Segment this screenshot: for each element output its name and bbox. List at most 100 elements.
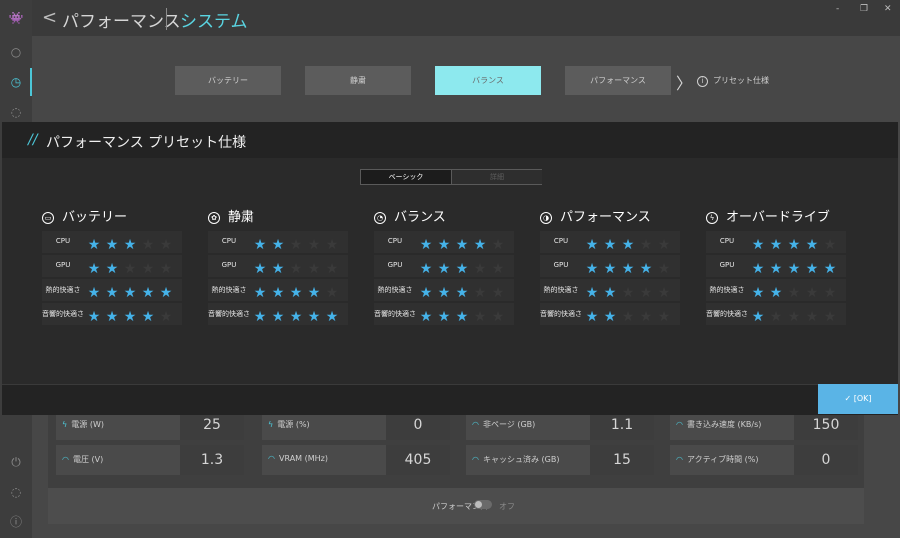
page-title: パフォーマンス xyxy=(62,12,181,32)
stat-label-wrap: ◠ 書き込み速度 (KB/s) xyxy=(676,419,761,430)
star-filled-icon: ★ xyxy=(123,285,137,301)
star-filled-icon: ★ xyxy=(585,261,599,277)
rating-label: 音響的快適さ xyxy=(374,310,416,318)
alien-logo-icon[interactable]: 👾 xyxy=(8,10,24,26)
settings-nav-icon[interactable]: ◌ xyxy=(8,104,24,120)
star-empty-icon: ★ xyxy=(823,237,837,253)
star-empty-icon: ★ xyxy=(289,237,303,253)
stat-label: 電源 (%) xyxy=(277,420,310,429)
preset-column: ◔ バランス CPU ★ ★ ★ ★ ★ GPU ★ ★ ★ ★ ★ 熱的快適さ ★ ★ ★ ★ ★ 音響的快適さ ★ ★ ★… xyxy=(374,206,514,327)
preset-spec-link[interactable]: i プリセット仕様 xyxy=(697,75,769,87)
star-rating: ★ ★ ★ ★ ★ xyxy=(583,234,673,253)
stat-label: アクティブ時間 (%) xyxy=(686,455,759,464)
power-nav-icon[interactable]: ⏻ xyxy=(8,454,24,470)
star-empty-icon: ★ xyxy=(473,309,487,325)
stat-label: 電圧 (V) xyxy=(72,455,104,464)
star-empty-icon: ★ xyxy=(159,237,173,253)
rating-row: 音響的快適さ ★ ★ ★ ★ ★ xyxy=(208,303,348,325)
star-filled-icon: ★ xyxy=(787,237,801,253)
star-filled-icon: ★ xyxy=(455,261,469,277)
star-empty-icon: ★ xyxy=(473,285,487,301)
star-filled-icon: ★ xyxy=(253,237,267,253)
back-icon[interactable]: < xyxy=(42,7,57,28)
overdrive-icon: ϟ xyxy=(706,212,718,224)
stat-label: 電源 (W) xyxy=(71,420,104,429)
rating-label: GPU xyxy=(221,261,237,269)
star-empty-icon: ★ xyxy=(805,285,819,301)
star-rating: ★ ★ ★ ★ ★ xyxy=(583,258,673,277)
preset-title: ϟ オーバードライブ xyxy=(706,206,846,225)
star-empty-icon: ★ xyxy=(159,261,173,277)
star-filled-icon: ★ xyxy=(437,285,451,301)
rating-label: CPU xyxy=(387,237,403,245)
star-filled-icon: ★ xyxy=(603,285,617,301)
gauge-icon: ◠ xyxy=(268,454,275,463)
star-filled-icon: ★ xyxy=(585,285,599,301)
star-rating: ★ ★ ★ ★ ★ xyxy=(583,282,673,301)
rating-row: 熱的快適さ ★ ★ ★ ★ ★ xyxy=(374,279,514,301)
star-empty-icon: ★ xyxy=(325,261,339,277)
stat-label-wrap: ◠ アクティブ時間 (%) xyxy=(676,454,759,465)
rating-label: GPU xyxy=(55,261,71,269)
close-button[interactable]: ✕ xyxy=(884,4,892,14)
star-filled-icon: ★ xyxy=(585,237,599,253)
rating-row: 音響的快適さ ★ ★ ★ ★ ★ xyxy=(706,303,846,325)
bolt-icon: ϟ xyxy=(62,420,68,429)
segment-detailed[interactable]: 詳細 xyxy=(451,170,542,184)
star-filled-icon: ★ xyxy=(419,261,433,277)
preset-column: ϟ オーバードライブ CPU ★ ★ ★ ★ ★ GPU ★ ★ ★ ★ ★ 熱的快適さ ★ ★ ★ ★ ★ 音響的快適… xyxy=(706,206,846,327)
mode-button-quiet[interactable]: 静粛 xyxy=(305,66,411,95)
rating-label: CPU xyxy=(719,237,735,245)
preset-spec-label: プリセット仕様 xyxy=(713,76,769,85)
star-empty-icon: ★ xyxy=(639,285,653,301)
star-empty-icon: ★ xyxy=(823,285,837,301)
segment-basic[interactable]: ベーシック xyxy=(361,170,451,184)
stat-label-wrap: ◠ 非ページ (GB) xyxy=(472,419,535,430)
preset-column: ▭ バッテリー CPU ★ ★ ★ ★ ★ GPU ★ ★ ★ ★ ★ 熱的快適さ ★ ★ ★ ★ ★ 音響的快適さ ★ ★… xyxy=(42,206,182,327)
rating-label: GPU xyxy=(387,261,403,269)
minimize-button[interactable]: - xyxy=(836,4,839,14)
rating-label: 熱的快適さ xyxy=(45,286,81,294)
star-filled-icon: ★ xyxy=(621,261,635,277)
star-rating: ★ ★ ★ ★ ★ xyxy=(749,234,839,253)
rating-row: CPU ★ ★ ★ ★ ★ xyxy=(706,231,846,253)
star-filled-icon: ★ xyxy=(307,309,321,325)
rating-label: CPU xyxy=(55,237,71,245)
mode-button-battery[interactable]: バッテリー xyxy=(175,66,281,95)
view-segment-control: ベーシック 詳細 xyxy=(360,169,542,185)
rating-row: CPU ★ ★ ★ ★ ★ xyxy=(374,231,514,253)
stat-value: 15 xyxy=(590,445,654,475)
star-filled-icon: ★ xyxy=(271,261,285,277)
stat-label: キャッシュ済み (GB) xyxy=(482,455,560,464)
help-nav-icon[interactable]: ◌ xyxy=(8,484,24,500)
star-filled-icon: ★ xyxy=(585,309,599,325)
mode-button-balance[interactable]: バランス xyxy=(435,66,541,95)
star-rating: ★ ★ ★ ★ ★ xyxy=(85,306,175,325)
mode-button-performance[interactable]: パフォーマンス xyxy=(565,66,671,95)
star-empty-icon: ★ xyxy=(307,261,321,277)
star-filled-icon: ★ xyxy=(603,237,617,253)
rating-row: GPU ★ ★ ★ ★ ★ xyxy=(42,255,182,277)
star-empty-icon: ★ xyxy=(805,309,819,325)
star-rating: ★ ★ ★ ★ ★ xyxy=(251,306,341,325)
toggle-knob xyxy=(475,501,482,508)
balance-icon: ◔ xyxy=(374,212,386,224)
chevron-right-icon[interactable]: 〉 xyxy=(676,70,692,94)
star-empty-icon: ★ xyxy=(657,261,671,277)
preset-column: ◑ パフォーマンス CPU ★ ★ ★ ★ ★ GPU ★ ★ ★ ★ ★ 熱的快適さ ★ ★ ★ ★ ★ 音響的快適さ… xyxy=(540,206,680,327)
rating-row: 熱的快適さ ★ ★ ★ ★ ★ xyxy=(42,279,182,301)
preset-name: 静粛 xyxy=(228,210,255,225)
star-empty-icon: ★ xyxy=(621,285,635,301)
star-filled-icon: ★ xyxy=(751,261,765,277)
maximize-button[interactable]: ❐ xyxy=(860,4,868,14)
star-rating: ★ ★ ★ ★ ★ xyxy=(417,306,507,325)
stat-label: 非ページ (GB) xyxy=(482,420,536,429)
home-icon[interactable]: ○ xyxy=(8,44,24,60)
rating-label: GPU xyxy=(719,261,735,269)
title-accent: // xyxy=(28,132,38,148)
stat-value: 0 xyxy=(794,445,858,475)
ok-button[interactable]: ✓ [OK] xyxy=(818,384,898,414)
info-nav-icon[interactable]: ⓘ xyxy=(8,514,24,530)
performance-nav-icon[interactable]: ◷ xyxy=(8,74,24,90)
performance-toggle[interactable] xyxy=(474,500,492,509)
